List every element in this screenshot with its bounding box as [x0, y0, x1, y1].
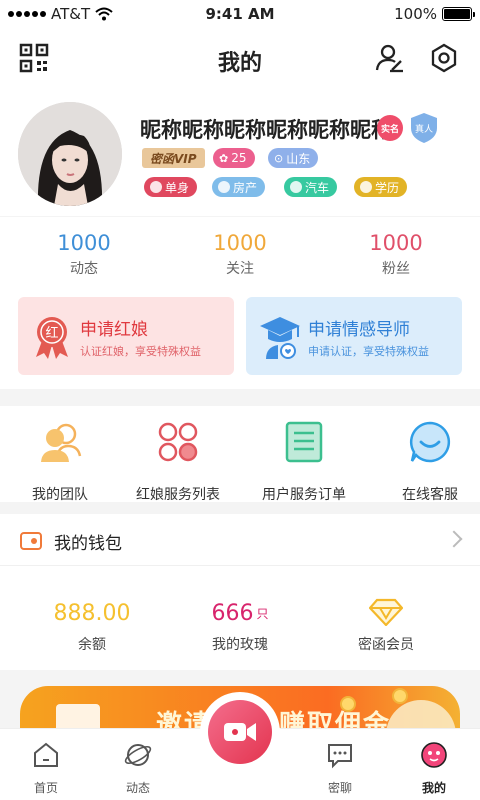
- realname-badge: 实名: [377, 115, 403, 141]
- wallet-header[interactable]: 我的钱包: [0, 514, 480, 566]
- online-support-item[interactable]: 在线客服: [370, 420, 480, 504]
- document-icon: [285, 421, 323, 463]
- tab-feed[interactable]: 动态: [98, 741, 178, 796]
- location-pin-icon: ⊙: [274, 151, 284, 165]
- coin-icon: [392, 688, 408, 704]
- chat-bubble-icon: [328, 744, 352, 769]
- nickname: 昵称昵称昵称昵称昵称昵称: [140, 118, 392, 142]
- avatar[interactable]: [18, 102, 122, 206]
- record-video-button[interactable]: [208, 700, 272, 764]
- location-badge: ⊙ 山东: [268, 148, 319, 168]
- verified-shield-icon: 真人: [411, 113, 437, 143]
- level-icon: ✿: [219, 151, 229, 165]
- tab-home[interactable]: 首页: [6, 741, 86, 796]
- edit-profile-icon[interactable]: [374, 42, 406, 74]
- wallet-section: 我的钱包 888.00 余额 666 只 我的玫瑰 密函会员: [0, 514, 480, 670]
- stat-followers[interactable]: 1000 粉丝: [316, 231, 476, 278]
- wifi-icon: [95, 7, 113, 21]
- my-team-item[interactable]: 我的团队: [0, 420, 120, 504]
- tab-profile[interactable]: 我的: [394, 741, 474, 796]
- graduation-cap-icon: [360, 181, 372, 193]
- tag-single: 单身: [144, 177, 198, 197]
- page-title: 我的: [217, 51, 262, 76]
- apply-section: 红 申请红娘 认证红娘，享受特殊权益 申请情感导师 申请认证，享受特殊权益: [0, 289, 480, 389]
- matchmaker-badge-label: 红: [45, 325, 58, 341]
- battery-icon: [442, 7, 475, 21]
- stats-row: 1000 动态 1000 关注 1000 粉丝: [0, 217, 480, 289]
- balance-value: 888.00: [53, 601, 131, 626]
- tab-chat[interactable]: 密聊: [300, 741, 380, 796]
- matchmaker-badge-icon: 红: [36, 317, 68, 359]
- stat-posts[interactable]: 1000 动态: [4, 231, 164, 278]
- wallet-roses[interactable]: 666 只 我的玫瑰: [160, 592, 320, 654]
- level-badge: ✿ 25: [213, 148, 255, 168]
- diamond-icon: [369, 598, 403, 626]
- service-grid: 我的团队 红娘服务列表 用户服务订单 在线客服: [0, 406, 480, 504]
- house-icon: [218, 181, 230, 193]
- car-icon: [290, 181, 302, 193]
- apply-mentor-card[interactable]: 申请情感导师 申请认证，享受特殊权益: [246, 297, 462, 375]
- signal-icon: [8, 11, 46, 17]
- video-camera-icon: [224, 723, 256, 741]
- tag-house: 房产: [212, 177, 266, 197]
- wallet-membership[interactable]: 密函会员: [306, 592, 466, 654]
- camera-button-wrap: [200, 692, 280, 772]
- battery-percent: 100%: [394, 5, 437, 23]
- team-icon: [41, 423, 82, 462]
- profile-active-icon: [421, 742, 447, 768]
- chevron-right-icon: [445, 530, 463, 548]
- profile-card: 昵称昵称昵称昵称昵称昵称 实名 真人 密函VIP ✿ 25 ⊙ 山东 单身 房产…: [0, 88, 480, 216]
- nav-bar: 我的: [0, 28, 480, 88]
- matchmaker-services-item[interactable]: 红娘服务列表: [118, 420, 238, 504]
- verified-label: 真人: [415, 123, 433, 135]
- support-chat-icon: [409, 421, 451, 463]
- avatar-image: [18, 102, 122, 206]
- wallet-icon: [20, 532, 42, 550]
- coin-icon: [340, 696, 356, 712]
- planet-icon: [124, 744, 152, 766]
- mentor-cap-icon: [260, 317, 300, 359]
- wallet-title: 我的钱包: [54, 534, 122, 554]
- single-icon: [150, 181, 162, 193]
- wallet-balance[interactable]: 888.00 余额: [12, 592, 172, 654]
- stat-following[interactable]: 1000 关注: [160, 231, 320, 278]
- user-orders-item[interactable]: 用户服务订单: [244, 420, 364, 504]
- tag-education: 学历: [354, 177, 408, 197]
- status-bar: AT&T 9:41 AM 100%: [0, 0, 480, 28]
- settings-icon[interactable]: [428, 42, 460, 74]
- tag-car: 汽车: [284, 177, 338, 197]
- vip-badge: 密函VIP: [142, 148, 205, 168]
- carrier-label: AT&T: [51, 5, 91, 23]
- roses-unit: 只: [256, 607, 269, 621]
- apply-matchmaker-card[interactable]: 红 申请红娘 认证红娘，享受特殊权益: [18, 297, 234, 375]
- home-icon: [34, 742, 58, 767]
- roses-value: 666: [211, 601, 254, 626]
- grid-flower-icon: [158, 422, 198, 462]
